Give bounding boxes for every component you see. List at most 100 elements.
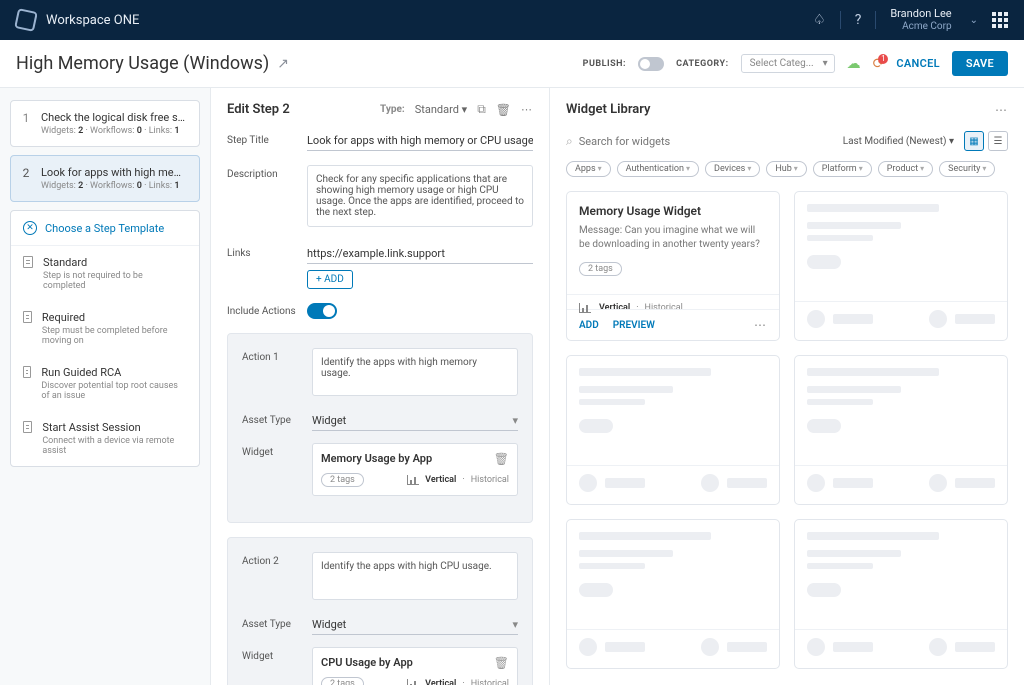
- filter-apps[interactable]: Apps: [566, 161, 611, 177]
- widget-card-skeleton[interactable]: [566, 355, 780, 505]
- type-select[interactable]: Standard ▾: [415, 103, 467, 116]
- delete-icon[interactable]: 🗑: [496, 103, 511, 117]
- document-icon: [23, 311, 32, 323]
- widget-tags[interactable]: 2 tags: [321, 473, 364, 487]
- filter-platform[interactable]: Platform: [813, 161, 872, 177]
- close-icon[interactable]: ✕: [23, 221, 37, 235]
- step-meta: Widgets: 2 · Workflows: 0 · Links: 1: [41, 126, 189, 136]
- card-add-button[interactable]: ADD: [579, 320, 599, 331]
- step-meta: Widgets: 2 · Workflows: 0 · Links: 1: [41, 181, 189, 191]
- cancel-button[interactable]: CANCEL: [896, 57, 939, 70]
- more-icon[interactable]: ⋯: [521, 103, 533, 116]
- label-asset-type: Asset Type: [242, 411, 302, 431]
- sort-select[interactable]: Last Modified (Newest) ▾: [843, 136, 954, 147]
- action-text-input[interactable]: [312, 348, 518, 396]
- step-number: 2: [19, 166, 33, 191]
- logo-icon: [14, 8, 38, 32]
- save-button[interactable]: SAVE: [952, 51, 1008, 76]
- template-desc: Connect with a device via remote assist: [42, 436, 187, 456]
- filter-devices[interactable]: Devices: [705, 161, 760, 177]
- step-title: Check the logical disk free space: [41, 111, 189, 124]
- step-card-1[interactable]: 1 Check the logical disk free space Widg…: [10, 100, 200, 147]
- template-item-rca[interactable]: Run Guided RCA Discover potential top ro…: [11, 356, 199, 411]
- asset-type-select[interactable]: Widget: [312, 411, 518, 431]
- template-name: Required: [42, 311, 187, 324]
- widget-card-skeleton[interactable]: [794, 519, 1008, 669]
- remove-widget-icon[interactable]: 🗑: [494, 656, 509, 670]
- filter-authentication[interactable]: Authentication: [617, 161, 699, 177]
- action-block-1: Action 1 Asset Type Widget Widget 🗑 Memo…: [227, 333, 533, 523]
- widget-card-skeleton[interactable]: [794, 355, 1008, 505]
- search-input[interactable]: [579, 135, 833, 148]
- add-link-button[interactable]: ADD: [307, 270, 353, 289]
- card-title: Memory Usage Widget: [579, 204, 767, 218]
- widget-selection: 🗑 CPU Usage by App 2 tags Vertical · His…: [312, 647, 518, 685]
- user-menu[interactable]: Brandon Lee Acme Corp: [890, 7, 951, 32]
- chevron-down-icon[interactable]: ⌄: [970, 15, 978, 26]
- user-org: Acme Corp: [890, 21, 951, 33]
- widget-library: Widget Library ⋯ ⌕ Last Modified (Newest…: [550, 88, 1024, 685]
- page-header: High Memory Usage (Windows) ↗ PUBLISH: C…: [0, 40, 1024, 88]
- filter-row: Apps Authentication Devices Hub Platform…: [566, 161, 1008, 177]
- action-text-input[interactable]: [312, 552, 518, 600]
- category-label: CATEGORY:: [676, 59, 729, 69]
- step-number: 1: [19, 111, 33, 136]
- more-icon[interactable]: ⋯: [754, 318, 767, 332]
- divider: [875, 11, 876, 29]
- template-item-assist[interactable]: Start Assist Session Connect with a devi…: [11, 411, 199, 466]
- widget-selection: 🗑 Memory Usage by App 2 tags Vertical · …: [312, 443, 518, 496]
- user-name: Brandon Lee: [890, 7, 951, 20]
- step-editor: Edit Step 2 Type: Standard ▾ ⧉ 🗑 ⋯ Step …: [210, 88, 550, 685]
- category-select[interactable]: Select Categ...: [741, 54, 835, 73]
- open-external-icon[interactable]: ↗: [277, 56, 289, 72]
- cloud-sync-icon[interactable]: ☁: [847, 56, 861, 72]
- widget-card-skeleton[interactable]: [566, 519, 780, 669]
- type-label: Type:: [380, 104, 405, 115]
- filter-product[interactable]: Product: [878, 161, 933, 177]
- include-actions-toggle[interactable]: [307, 303, 337, 319]
- step-title: Look for apps with high memory...: [41, 166, 189, 179]
- label-action: Action 1: [242, 348, 302, 399]
- card-tags[interactable]: 2 tags: [579, 262, 622, 276]
- widget-tags[interactable]: 2 tags: [321, 677, 364, 685]
- widget-name: Memory Usage by App: [321, 452, 509, 465]
- widget-card-featured[interactable]: Memory Usage Widget Message: Can you ima…: [566, 191, 780, 341]
- label-widget: Widget: [242, 647, 302, 685]
- card-message: Message: Can you imagine what we will be…: [579, 224, 767, 252]
- description-textarea[interactable]: [307, 165, 533, 227]
- template-card: ✕ Choose a Step Template Standard Step i…: [10, 210, 200, 467]
- template-item-required[interactable]: Required Step must be completed before m…: [11, 301, 199, 356]
- search-icon: ⌕: [566, 134, 573, 149]
- widget-card-skeleton[interactable]: [794, 191, 1008, 341]
- filter-hub[interactable]: Hub: [766, 161, 806, 177]
- remove-widget-icon[interactable]: 🗑: [494, 452, 509, 466]
- bar-chart-icon: [407, 475, 419, 485]
- step-title-input[interactable]: [307, 131, 533, 151]
- asset-type-select[interactable]: Widget: [312, 615, 518, 635]
- link-input[interactable]: [307, 244, 533, 264]
- filter-security[interactable]: Security: [939, 161, 995, 177]
- app-launcher-icon[interactable]: [992, 12, 1008, 28]
- widget-name: CPU Usage by App: [321, 656, 509, 669]
- more-icon[interactable]: ⋯: [995, 103, 1008, 117]
- label-include-actions: Include Actions: [227, 306, 297, 317]
- steps-sidebar: 1 Check the logical disk free space Widg…: [0, 88, 210, 685]
- template-name: Start Assist Session: [42, 421, 187, 434]
- bar-chart-icon: [407, 679, 419, 685]
- brand-name: Workspace ONE: [46, 13, 139, 28]
- list-view-button[interactable]: ☰: [988, 131, 1008, 151]
- card-preview-button[interactable]: PREVIEW: [613, 320, 655, 331]
- label-asset-type: Asset Type: [242, 615, 302, 635]
- bell-icon[interactable]: ♤: [813, 12, 826, 28]
- bar-chart-icon: [579, 303, 591, 313]
- help-icon[interactable]: ?: [855, 12, 862, 28]
- document-icon: [23, 421, 32, 433]
- alert-icon[interactable]: ⟳1: [873, 56, 885, 72]
- publish-toggle[interactable]: [638, 57, 664, 71]
- template-item-standard[interactable]: Standard Step is not required to be comp…: [11, 246, 199, 301]
- step-card-2[interactable]: 2 Look for apps with high memory... Widg…: [10, 155, 200, 202]
- template-name: Standard: [43, 256, 187, 269]
- alert-badge: 1: [878, 54, 888, 64]
- copy-icon[interactable]: ⧉: [477, 102, 486, 117]
- grid-view-button[interactable]: ▦: [964, 131, 984, 151]
